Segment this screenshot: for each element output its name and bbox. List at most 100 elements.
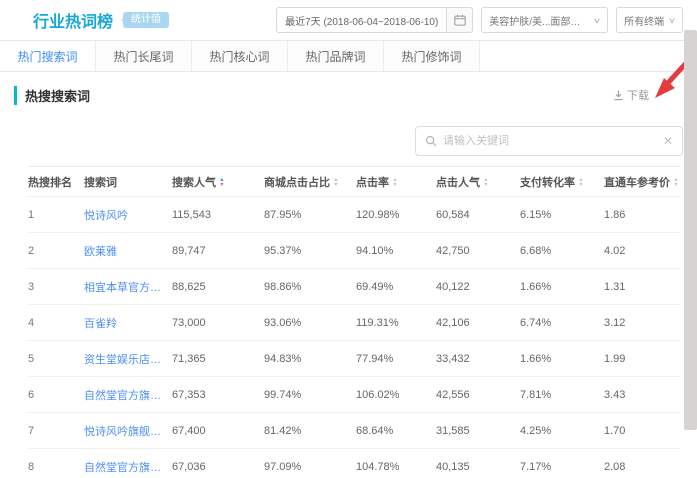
search-popularity-cell: 67,400 (172, 413, 264, 449)
pay-conversion-cell: 1.66% (520, 341, 604, 377)
col-mall-click-share[interactable]: 商城点击占比▲▼ (264, 167, 356, 197)
click-popularity-cell: 40,135 (436, 449, 520, 478)
keyword-link[interactable]: 悦诗风吟 (84, 197, 172, 233)
tab-hot-longtail-words[interactable]: 热门长尾词 (96, 41, 192, 71)
click-rate-cell: 68.64% (356, 413, 436, 449)
sort-icon[interactable]: ▲▼ (578, 178, 584, 188)
click-rate-cell: 119.31% (356, 305, 436, 341)
col-click-rate[interactable]: 点击率▲▼ (356, 167, 436, 197)
hot-words-table: 热搜排名 搜索词 搜索人气▲▼ 商城点击占比▲▼ 点击率▲▼ 点击人气▲▼ 支付… (28, 166, 680, 478)
keyword-link[interactable]: 自然堂官方旗舰店官网 (84, 449, 172, 478)
page-title: 行业热词榜 (33, 8, 113, 32)
rank-cell: 8 (28, 449, 84, 478)
click-popularity-cell: 40,122 (436, 269, 520, 305)
stat-badge: 统计值 (123, 12, 169, 28)
category-select[interactable]: 美容护肤/美...面部护理套装 ∨ (481, 7, 608, 33)
tab-hot-modifier-words[interactable]: 热门修饰词 (384, 41, 480, 71)
tab-hot-brand-words[interactable]: 热门品牌词 (288, 41, 384, 71)
click-rate-cell: 104.78% (356, 449, 436, 478)
word-type-tabs: 热门搜索词 热门长尾词 热门核心词 热门品牌词 热门修饰词 (0, 40, 697, 72)
col-pay-conversion[interactable]: 支付转化率▲▼ (520, 167, 604, 197)
pay-conversion-cell: 6.68% (520, 233, 604, 269)
col-keyword: 搜索词 (84, 167, 172, 197)
mall-click-share-cell: 81.42% (264, 413, 356, 449)
click-rate-cell: 94.10% (356, 233, 436, 269)
click-popularity-cell: 42,556 (436, 377, 520, 413)
ppc-reference-cell: 3.12 (604, 305, 680, 341)
click-rate-cell: 120.98% (356, 197, 436, 233)
keyword-link[interactable]: 资生堂娱乐店官方旗舰 (84, 341, 172, 377)
click-popularity-cell: 42,750 (436, 233, 520, 269)
search-icon (425, 135, 437, 147)
col-ppc-reference[interactable]: 直通车参考价▲▼ (604, 167, 680, 197)
sort-icon[interactable]: ▲▼ (219, 178, 225, 188)
pay-conversion-cell: 4.25% (520, 413, 604, 449)
table-row: 6 自然堂官方旗舰店官.. 67,353 99.74% 106.02% 42,5… (28, 377, 680, 413)
scrollbar[interactable] (684, 30, 697, 430)
sort-icon[interactable]: ▲▼ (483, 178, 489, 188)
terminal-select-value: 所有终端 (624, 13, 664, 28)
rank-cell: 6 (28, 377, 84, 413)
ppc-reference-cell: 3.43 (604, 377, 680, 413)
table-row: 4 百雀羚 73,000 93.06% 119.31% 42,106 6.74%… (28, 305, 680, 341)
ppc-reference-cell: 4.02 (604, 233, 680, 269)
mall-click-share-cell: 97.09% (264, 449, 356, 478)
date-range-text: 最近7天 (2018-06-04~2018-06-10) (277, 13, 446, 28)
rank-cell: 3 (28, 269, 84, 305)
click-popularity-cell: 31,585 (436, 413, 520, 449)
rank-cell: 7 (28, 413, 84, 449)
table-row: 7 悦诗风吟旗舰店官网 67,400 81.42% 68.64% 31,585 … (28, 413, 680, 449)
keyword-link[interactable]: 欧莱雅 (84, 233, 172, 269)
calendar-icon (454, 14, 466, 26)
date-range-picker[interactable]: 最近7天 (2018-06-04~2018-06-10) (276, 7, 473, 33)
table-row: 3 相宜本草官方旗舰店.. 88,625 98.86% 69.49% 40,12… (28, 269, 680, 305)
keyword-search-input[interactable] (443, 135, 663, 147)
click-popularity-cell: 60,584 (436, 197, 520, 233)
table-header-row: 热搜排名 搜索词 搜索人气▲▼ 商城点击占比▲▼ 点击率▲▼ 点击人气▲▼ 支付… (28, 167, 680, 197)
mall-click-share-cell: 95.37% (264, 233, 356, 269)
chevron-down-icon: ∨ (668, 16, 676, 25)
keyword-link[interactable]: 相宜本草官方旗舰店.. (84, 269, 172, 305)
ppc-reference-cell: 1.99 (604, 341, 680, 377)
rank-cell: 5 (28, 341, 84, 377)
col-search-popularity[interactable]: 搜索人气▲▼ (172, 167, 264, 197)
rank-cell: 1 (28, 197, 84, 233)
hot-words-page: 行业热词榜 统计值 最近7天 (2018-06-04~2018-06-10) 美… (0, 0, 697, 478)
sort-icon[interactable]: ▲▼ (392, 178, 398, 188)
table-row: 5 资生堂娱乐店官方旗舰 71,365 94.83% 77.94% 33,432… (28, 341, 680, 377)
tab-hot-core-words[interactable]: 热门核心词 (192, 41, 288, 71)
search-row: ✕ (0, 112, 697, 166)
sort-icon[interactable]: ▲▼ (333, 178, 339, 188)
tab-hot-search-words[interactable]: 热门搜索词 (0, 41, 96, 71)
sort-icon[interactable]: ▲▼ (673, 178, 679, 188)
col-click-popularity[interactable]: 点击人气▲▼ (436, 167, 520, 197)
keyword-link[interactable]: 自然堂官方旗舰店官.. (84, 377, 172, 413)
keyword-link[interactable]: 悦诗风吟旗舰店官网 (84, 413, 172, 449)
mall-click-share-cell: 87.95% (264, 197, 356, 233)
pay-conversion-cell: 7.17% (520, 449, 604, 478)
search-popularity-cell: 71,365 (172, 341, 264, 377)
search-popularity-cell: 89,747 (172, 233, 264, 269)
pay-conversion-cell: 1.66% (520, 269, 604, 305)
clear-icon[interactable]: ✕ (663, 135, 673, 147)
download-button[interactable]: 下载 (613, 87, 649, 103)
download-icon (613, 90, 624, 101)
chevron-down-icon: ∨ (593, 16, 601, 25)
search-popularity-cell: 88,625 (172, 269, 264, 305)
ppc-reference-cell: 1.70 (604, 413, 680, 449)
keyword-link[interactable]: 百雀羚 (84, 305, 172, 341)
table-row: 2 欧莱雅 89,747 95.37% 94.10% 42,750 6.68% … (28, 233, 680, 269)
table-row: 1 悦诗风吟 115,543 87.95% 120.98% 60,584 6.1… (28, 197, 680, 233)
table-row: 8 自然堂官方旗舰店官网 67,036 97.09% 104.78% 40,13… (28, 449, 680, 478)
section-title: 热搜搜索词 (14, 86, 90, 105)
click-popularity-cell: 42,106 (436, 305, 520, 341)
click-rate-cell: 77.94% (356, 341, 436, 377)
terminal-select[interactable]: 所有终端 ∨ (616, 7, 683, 33)
search-popularity-cell: 115,543 (172, 197, 264, 233)
search-popularity-cell: 73,000 (172, 305, 264, 341)
rank-cell: 2 (28, 233, 84, 269)
calendar-button[interactable] (446, 7, 472, 33)
mall-click-share-cell: 93.06% (264, 305, 356, 341)
click-rate-cell: 106.02% (356, 377, 436, 413)
section-header: 热搜搜索词 下载 (0, 78, 697, 112)
